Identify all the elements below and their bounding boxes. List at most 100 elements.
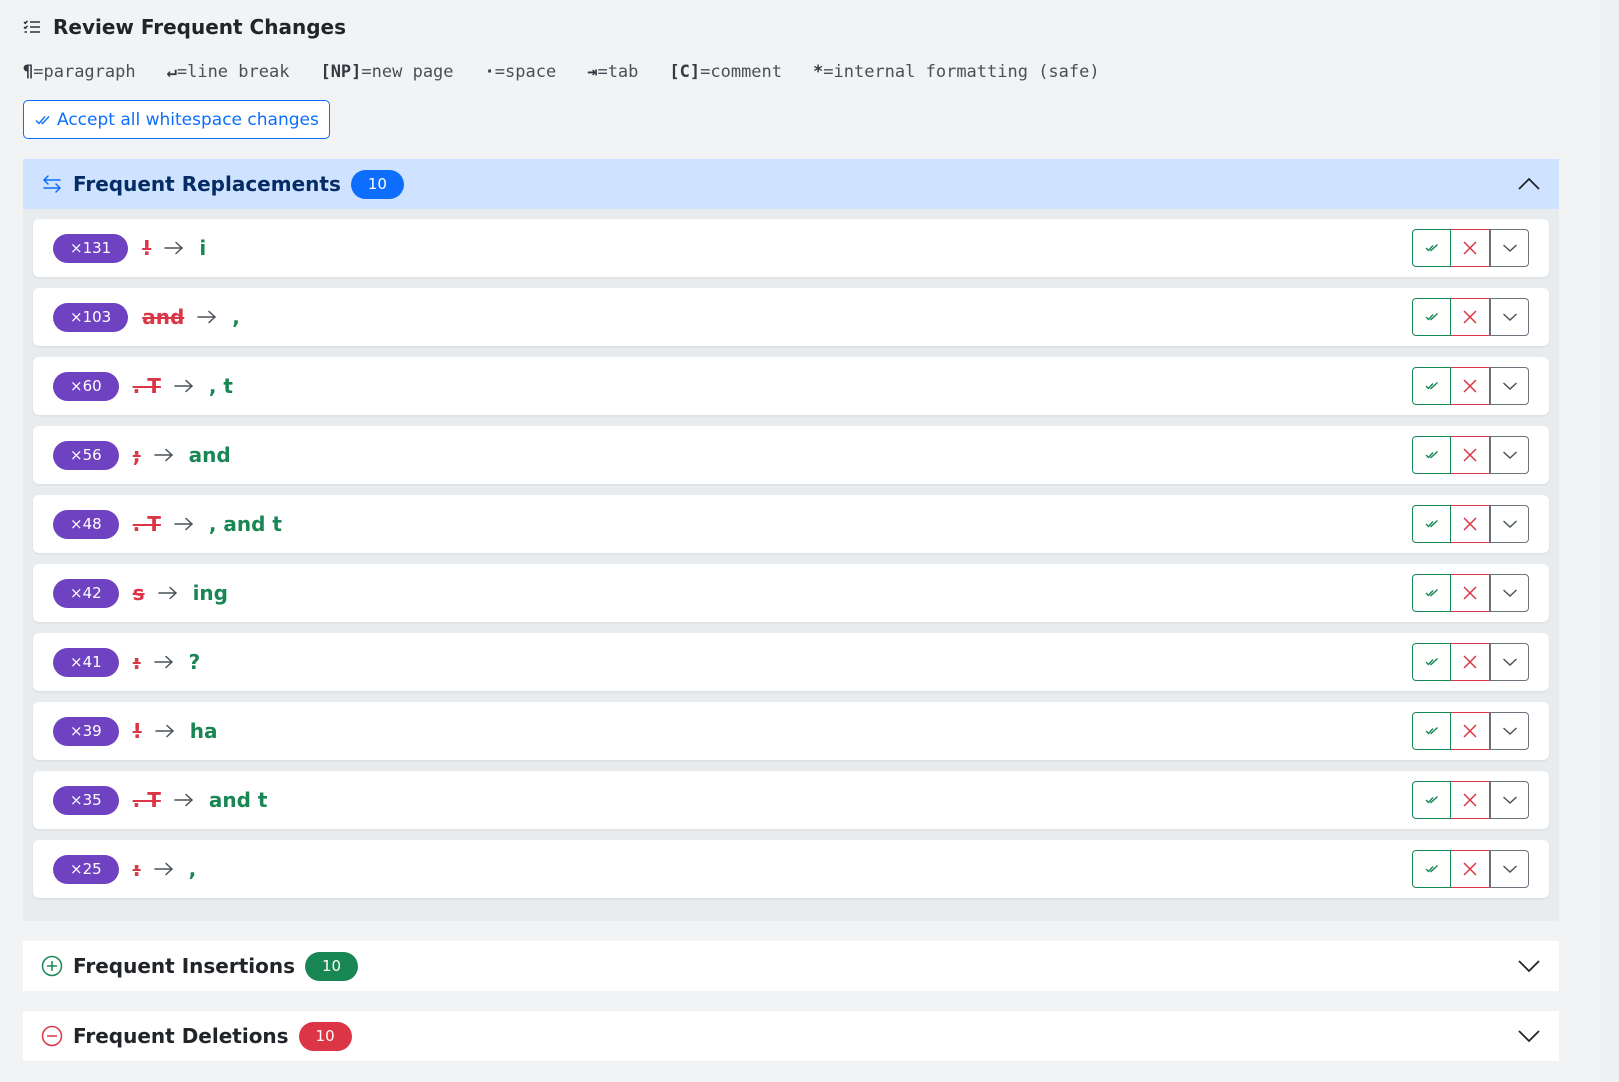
double-check-icon — [1425, 795, 1438, 804]
replacement-row: ×39! ha — [33, 702, 1549, 760]
legend-symbol: [C] — [669, 62, 701, 82]
accept-button[interactable] — [1412, 367, 1451, 405]
replacement-text: , — [188, 857, 197, 881]
reject-button[interactable] — [1451, 505, 1490, 543]
arrow-right-icon — [153, 655, 173, 669]
accept-button[interactable] — [1412, 850, 1451, 888]
legend-description: =internal formatting (safe) — [823, 62, 1100, 82]
row-actions — [1412, 298, 1529, 336]
close-icon — [1463, 310, 1477, 324]
double-check-icon — [1425, 243, 1438, 252]
row-actions — [1412, 505, 1529, 543]
chevron-down-icon — [1502, 451, 1517, 459]
reject-button[interactable] — [1451, 367, 1490, 405]
reject-button[interactable] — [1451, 712, 1490, 750]
reject-button[interactable] — [1451, 850, 1490, 888]
replacements-header[interactable]: Frequent Replacements 10 — [23, 159, 1559, 209]
arrow-right-icon — [157, 586, 177, 600]
deletions-count-badge: 10 — [298, 1021, 352, 1051]
replacement-row: ×42 s ing — [33, 564, 1549, 622]
deletions-header[interactable]: Frequent Deletions 10 — [23, 1011, 1559, 1061]
legend-symbol: [NP] — [320, 62, 362, 82]
reject-button[interactable] — [1451, 781, 1490, 819]
legend-item: [NP]=new page — [320, 62, 453, 82]
chevron-down-icon[interactable] — [1517, 1029, 1541, 1043]
row-actions — [1412, 574, 1529, 612]
frequency-badge: ×56 — [53, 440, 119, 470]
expand-row-button[interactable] — [1490, 367, 1529, 405]
accept-button[interactable] — [1412, 505, 1451, 543]
accept-button[interactable] — [1412, 298, 1451, 336]
frequency-badge: ×39 — [53, 716, 119, 746]
scrollbar[interactable] — [1600, 0, 1619, 1082]
replacement-row: ×131! i — [33, 219, 1549, 277]
accept-button[interactable] — [1412, 643, 1451, 681]
expand-row-button[interactable] — [1490, 298, 1529, 336]
accept-button[interactable] — [1412, 712, 1451, 750]
original-text: ; — [132, 443, 141, 467]
expand-row-button[interactable] — [1490, 781, 1529, 819]
original-text: . T — [132, 788, 161, 812]
legend-symbol: * — [813, 62, 824, 82]
replacement-row: ×56; and — [33, 426, 1549, 484]
replacement-row: ×48 . T , and t — [33, 495, 1549, 553]
accept-button[interactable] — [1412, 781, 1451, 819]
replacement-text: and t — [208, 788, 268, 812]
insertions-count-badge: 10 — [305, 951, 359, 981]
replacements-list: ×131! i ×103 and, ×60. T, t ×56; and ×48. T, an… — [23, 209, 1559, 921]
review-panel: Review Frequent Changes ¶=paragraph ↵=li… — [0, 0, 1600, 1082]
row-actions — [1412, 229, 1529, 267]
plus-circle-icon — [41, 955, 63, 977]
expand-row-button[interactable] — [1490, 574, 1529, 612]
chevron-down-icon[interactable] — [1517, 959, 1541, 973]
replacement-text: , — [232, 305, 240, 329]
close-icon — [1463, 379, 1477, 393]
expand-row-button[interactable] — [1490, 436, 1529, 474]
deletions-title: Frequent Deletions — [73, 1024, 289, 1048]
replacement-row: ×25:, — [33, 840, 1549, 898]
row-actions — [1412, 643, 1529, 681]
insertions-header[interactable]: Frequent Insertions 10 — [23, 941, 1559, 991]
replacements-count-badge: 10 — [350, 169, 404, 199]
expand-row-button[interactable] — [1490, 712, 1529, 750]
row-actions — [1412, 850, 1529, 888]
frequency-badge: ×25 — [53, 854, 119, 884]
original-text: : — [132, 857, 141, 881]
accept-all-whitespace-button[interactable]: Accept all whitespace changes — [23, 100, 330, 139]
arrow-right-icon — [153, 448, 173, 462]
legend-item: ⇥=tab — [587, 62, 638, 82]
replacement-text: ing — [192, 581, 228, 605]
reject-button[interactable] — [1451, 298, 1490, 336]
expand-row-button[interactable] — [1490, 229, 1529, 267]
chevron-up-icon[interactable] — [1517, 177, 1541, 191]
insertions-title: Frequent Insertions — [73, 954, 296, 978]
accept-all-label: Accept all whitespace changes — [57, 109, 319, 130]
chevron-down-icon — [1502, 382, 1517, 390]
expand-row-button[interactable] — [1490, 643, 1529, 681]
double-check-icon — [1425, 450, 1438, 459]
double-check-icon — [1425, 381, 1438, 390]
frequency-badge: ×60 — [53, 371, 119, 401]
chevron-down-icon — [1502, 865, 1517, 873]
reject-button[interactable] — [1451, 436, 1490, 474]
accept-button[interactable] — [1412, 436, 1451, 474]
close-icon — [1463, 862, 1477, 876]
accept-button[interactable] — [1412, 229, 1451, 267]
reject-button[interactable] — [1451, 229, 1490, 267]
expand-row-button[interactable] — [1490, 850, 1529, 888]
expand-row-button[interactable] — [1490, 505, 1529, 543]
legend-symbol: · — [484, 62, 495, 82]
arrow-right-icon — [164, 241, 184, 255]
legend-symbol: ¶ — [23, 62, 34, 82]
insertions-section: Frequent Insertions 10 — [23, 941, 1559, 991]
double-check-icon — [1425, 726, 1438, 735]
replacement-text: ha — [189, 719, 218, 743]
chevron-down-icon — [1502, 244, 1517, 252]
reject-button[interactable] — [1451, 643, 1490, 681]
double-check-icon — [35, 115, 50, 125]
replacement-text: , and t — [208, 512, 282, 536]
reject-button[interactable] — [1451, 574, 1490, 612]
replacement-row: ×60 . T , t — [33, 357, 1549, 415]
accept-button[interactable] — [1412, 574, 1451, 612]
close-icon — [1463, 793, 1477, 807]
